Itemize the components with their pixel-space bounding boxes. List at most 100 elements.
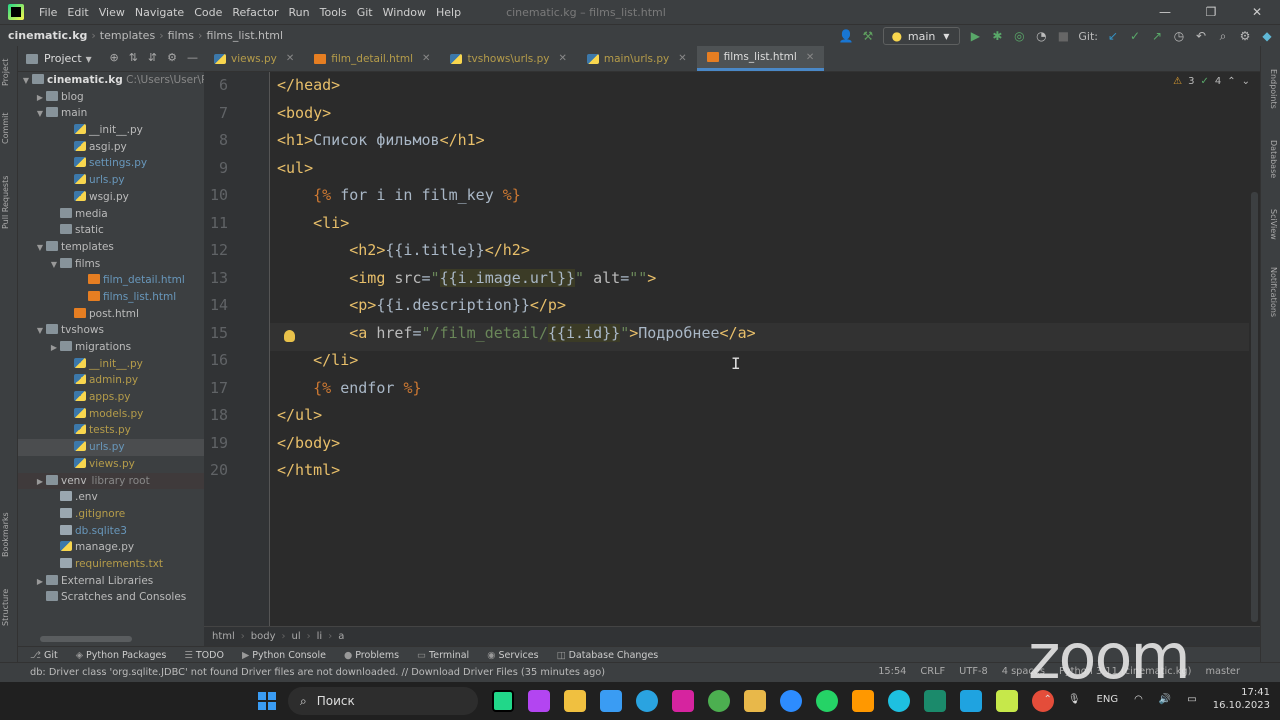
breadcrumb-body[interactable]: body: [251, 631, 276, 642]
code-line[interactable]: </li>: [277, 351, 358, 369]
tool-tab-commit[interactable]: Commit: [1, 108, 17, 148]
tool-window-database-changes[interactable]: ◫ Database Changes: [557, 650, 659, 661]
nav-crumb-templates[interactable]: templates: [100, 29, 155, 42]
tree-arrow-icon[interactable]: ▶: [34, 474, 46, 491]
menu-view[interactable]: View: [94, 6, 130, 19]
pycharm-app-icon[interactable]: [492, 690, 514, 712]
gear-icon[interactable]: ⚙: [167, 51, 177, 64]
tool-tab-sciview[interactable]: SciView: [1262, 206, 1278, 242]
menu-code[interactable]: Code: [189, 6, 227, 19]
code-line[interactable]: </html>: [277, 461, 340, 479]
tree-item[interactable]: ▼ main: [18, 105, 204, 122]
plugin-icon[interactable]: ◆: [1260, 29, 1274, 43]
volume-icon[interactable]: 🔊: [1159, 694, 1171, 705]
chevron-up-icon[interactable]: ⌃: [1043, 694, 1051, 705]
breadcrumb-html[interactable]: html: [212, 631, 235, 642]
tree-item[interactable]: .gitignore: [18, 506, 204, 523]
menu-window[interactable]: Window: [378, 6, 431, 19]
tree-item[interactable]: __init__.py: [18, 356, 204, 373]
taskbar-search[interactable]: ⌕ Поиск: [288, 687, 478, 715]
tool-tab-database[interactable]: Database: [1262, 138, 1278, 180]
tree-item[interactable]: asgi.py: [18, 139, 204, 156]
run-icon[interactable]: ▶: [968, 29, 982, 43]
tree-arrow-icon[interactable]: ▼: [34, 106, 46, 123]
tree-item[interactable]: ▶ venv library root: [18, 472, 204, 491]
tree-item[interactable]: __init__.py: [18, 122, 204, 139]
tree-arrow-icon[interactable]: ▼: [34, 323, 46, 340]
tree-item[interactable]: tests.py: [18, 422, 204, 439]
tree-item[interactable]: ▼ films: [18, 256, 204, 273]
vscode-app-icon[interactable]: [960, 690, 982, 712]
tree-item[interactable]: manage.py: [18, 539, 204, 556]
stop-icon[interactable]: ■: [1056, 29, 1070, 43]
cursor-position[interactable]: 15:54: [878, 666, 906, 677]
tool-window-terminal[interactable]: ▭ Terminal: [417, 650, 469, 661]
menu-file[interactable]: File: [34, 6, 62, 19]
breadcrumb-li[interactable]: li: [317, 631, 323, 642]
history-icon[interactable]: ◷: [1172, 29, 1186, 43]
tree-item[interactable]: urls.py: [18, 172, 204, 189]
close-tab-icon[interactable]: ✕: [286, 53, 294, 64]
editor-tab[interactable]: film_detail.html ✕: [304, 46, 440, 71]
tree-root[interactable]: ▼ cinematic.kg C:\Users\User\Pycha: [18, 72, 232, 89]
code-line[interactable]: <img src="{{i.image.url}}" alt="">: [277, 268, 656, 287]
menu-edit[interactable]: Edit: [62, 6, 93, 19]
debug-icon[interactable]: ✱: [990, 29, 1004, 43]
menu-help[interactable]: Help: [431, 6, 466, 19]
search-icon[interactable]: ⌕: [1216, 29, 1230, 44]
hide-icon[interactable]: —: [187, 51, 198, 64]
file-encoding[interactable]: UTF-8: [959, 666, 988, 677]
whatsapp-app-icon[interactable]: [816, 690, 838, 712]
close-tab-icon[interactable]: ✕: [422, 53, 430, 64]
battery-icon[interactable]: ▭: [1187, 694, 1196, 705]
tree-item[interactable]: media: [18, 206, 204, 223]
git-push-icon[interactable]: ↗: [1150, 29, 1164, 43]
folder-app-icon[interactable]: [744, 690, 766, 712]
scroll-thumb[interactable]: [1251, 192, 1258, 622]
tree-item[interactable]: db.sqlite3: [18, 523, 204, 540]
code-line[interactable]: </body>: [277, 434, 340, 452]
editor-vertical-scrollbar[interactable]: [1249, 72, 1260, 626]
taskbar-clock[interactable]: 17:41 16.10.2023: [1213, 686, 1270, 712]
coverage-icon[interactable]: ◎: [1012, 29, 1026, 43]
phpstorm-app-icon[interactable]: [528, 690, 550, 712]
terminal-app-icon[interactable]: [924, 690, 946, 712]
rollback-icon[interactable]: ↶: [1194, 29, 1208, 43]
code-line[interactable]: <a href="/film_detail/{{i.id}}">Подробне…: [277, 323, 756, 342]
tree-arrow-icon[interactable]: ▼: [34, 240, 46, 257]
chevron-up-icon[interactable]: ⌃: [1227, 76, 1235, 87]
menu-git[interactable]: Git: [352, 6, 378, 19]
tree-item[interactable]: .env: [18, 489, 204, 506]
tool-tab-pull-requests[interactable]: Pull Requests: [1, 172, 17, 232]
store-app-icon[interactable]: [600, 690, 622, 712]
tool-window-services[interactable]: ◉ Services: [487, 650, 538, 661]
code-line[interactable]: {% for i in film_key %}: [277, 186, 521, 204]
maximize-icon[interactable]: ❐: [1188, 0, 1234, 24]
menu-navigate[interactable]: Navigate: [130, 6, 189, 19]
code-line[interactable]: <h1>Список фильмов</h1>: [277, 131, 485, 149]
input-language[interactable]: ENG: [1097, 694, 1119, 705]
nav-crumb-project[interactable]: cinematic.kg: [8, 29, 87, 42]
instagram-app-icon[interactable]: [672, 690, 694, 712]
tree-item[interactable]: Scratches and Consoles: [18, 589, 204, 606]
git-branch[interactable]: master: [1205, 666, 1240, 677]
chrome-app-icon[interactable]: [708, 690, 730, 712]
code-line[interactable]: <li>: [277, 214, 349, 232]
hammer-icon[interactable]: ⚒: [861, 29, 875, 43]
tree-arrow-icon[interactable]: ▶: [48, 340, 60, 357]
close-tab-icon[interactable]: ✕: [559, 53, 567, 64]
code-editor[interactable]: 6 7 8 9 10 11 12 13 14 15 16 17 18 19 20 </head> <body>…: [204, 72, 1260, 626]
tree-item[interactable]: ▶ migrations: [18, 339, 204, 356]
code-line[interactable]: <h2>{{i.title}}</h2>: [277, 241, 530, 259]
chevron-down-icon[interactable]: ▾: [82, 52, 96, 66]
tool-tab-bookmarks[interactable]: Bookmarks: [1, 512, 17, 558]
tree-item[interactable]: urls.py: [18, 439, 204, 456]
tool-tab-project[interactable]: Project: [1, 52, 17, 92]
git-update-icon[interactable]: ↙: [1106, 29, 1120, 43]
tree-arrow-icon[interactable]: ▼: [48, 257, 60, 274]
tree-item[interactable]: admin.py: [18, 372, 204, 389]
tree-item[interactable]: views.py: [18, 456, 204, 473]
tree-item[interactable]: post.html: [18, 306, 204, 323]
code-line[interactable]: <ul>: [277, 159, 313, 177]
editor-tab[interactable]: main\urls.py ✕: [577, 46, 697, 71]
